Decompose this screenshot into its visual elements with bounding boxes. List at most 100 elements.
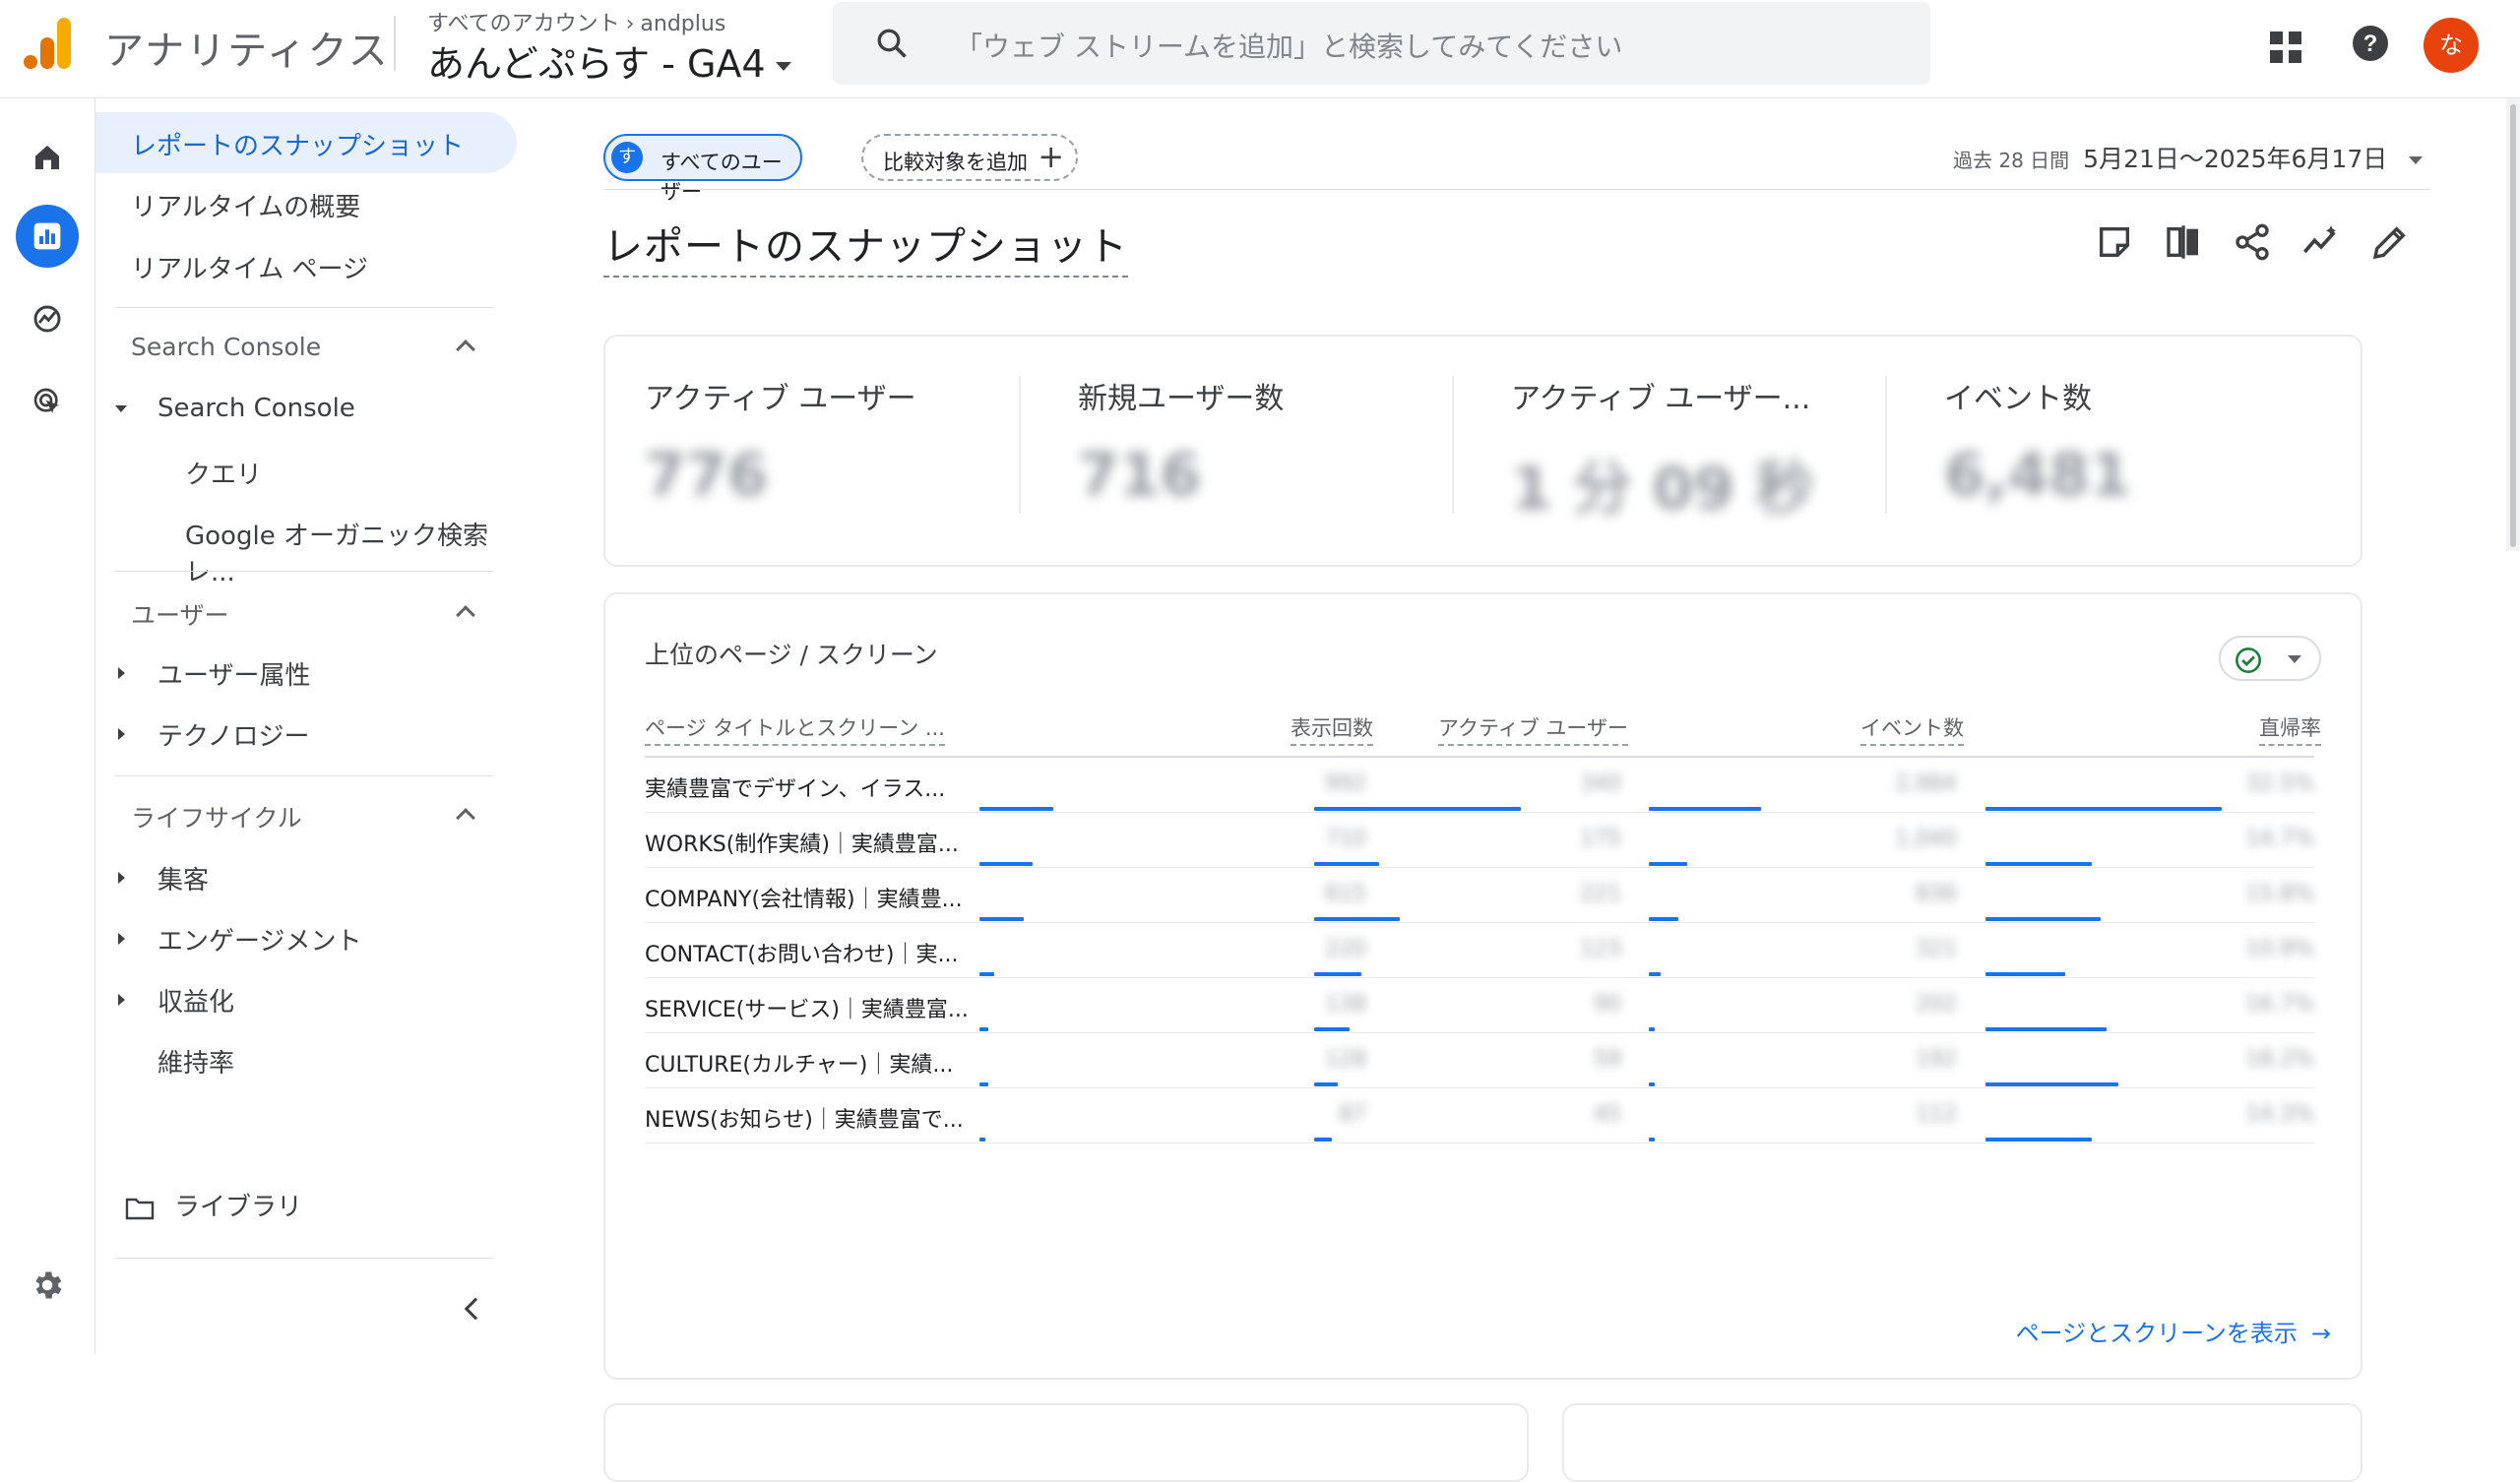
nav-item-technology[interactable]: テクノロジー xyxy=(158,716,309,753)
kpi-new-users[interactable]: 新規ユーザー数 716 xyxy=(1078,374,1472,510)
share-icon[interactable] xyxy=(2233,222,2272,262)
row-page-title[interactable]: WORKS(制作実績)｜実績豊富... xyxy=(645,827,970,858)
nav-item-engagement[interactable]: エンゲージメント xyxy=(158,921,361,957)
search-bar[interactable]: 「ウェブ ストリームを追加」と検索してみてください xyxy=(833,2,1930,85)
nav-item-queries[interactable]: クエリ xyxy=(185,455,262,491)
nav-item-snapshot[interactable]: レポートのスナップショット xyxy=(95,112,517,173)
help-icon[interactable]: ? xyxy=(2351,24,2390,67)
view-pages-link[interactable]: ページとスクリーンを表示 → xyxy=(2016,1314,2331,1348)
kpi-event-count[interactable]: イベント数 6,481 xyxy=(1944,374,2338,510)
svg-text:?: ? xyxy=(2363,31,2378,57)
column-header-bounce-rate[interactable]: 直帰率 xyxy=(2259,712,2321,746)
row-page-title[interactable]: CONTACT(お問い合わせ)｜実... xyxy=(645,937,970,968)
date-range-picker[interactable]: 過去 28 日間 5月21日〜2025年6月17日 xyxy=(1953,140,2424,175)
table-row[interactable]: 実績豊富でデザイン、イラス... 992 340 2,984 32.5% xyxy=(645,758,2314,813)
caret-right-icon[interactable] xyxy=(118,933,125,945)
plus-icon: + xyxy=(1038,138,1064,175)
account-avatar[interactable]: な xyxy=(2424,18,2479,73)
chevron-up-icon[interactable] xyxy=(456,340,475,359)
scrollbar[interactable] xyxy=(2506,98,2520,551)
row-events-bar xyxy=(1649,972,1661,976)
section-users[interactable]: ユーザー xyxy=(131,596,229,632)
property-name: あんどぷらす - GA4 xyxy=(427,42,766,86)
column-header-active-users[interactable]: アクティブ ユーザー xyxy=(1438,712,1628,746)
column-header-events[interactable]: イベント数 xyxy=(1860,712,1964,746)
advertising-icon xyxy=(33,388,59,413)
row-page-title[interactable]: 実績豊富でデザイン、イラス... xyxy=(645,772,970,803)
chevron-up-icon[interactable] xyxy=(456,808,475,828)
row-users-bar xyxy=(1314,917,1400,921)
divider xyxy=(115,1258,493,1259)
row-users-value: 59 xyxy=(1594,1047,1621,1072)
caret-right-icon[interactable] xyxy=(118,872,125,884)
page-title[interactable]: レポートのスナップショット xyxy=(603,215,1128,278)
apps-grid-icon[interactable] xyxy=(2268,30,2303,69)
row-page-title[interactable]: COMPANY(会社情報)｜実績豊... xyxy=(645,882,970,913)
column-header-page-title[interactable]: ページ タイトルとスクリーン ... xyxy=(645,712,945,746)
nav-item-retention[interactable]: 維持率 xyxy=(158,1043,234,1080)
table-row[interactable]: SERVICE(サービス)｜実績豊富... 138 90 202 16.7% xyxy=(645,978,2314,1033)
compare-columns-icon[interactable] xyxy=(2164,222,2203,262)
advertising-button[interactable] xyxy=(16,370,79,433)
row-page-title[interactable]: NEWS(お知らせ)｜実績豊富で... xyxy=(645,1102,970,1134)
row-page-title[interactable]: CULTURE(カルチャー)｜実績... xyxy=(645,1047,970,1079)
table-row[interactable]: CONTACT(お問い合わせ)｜実... 220 123 321 10.9% xyxy=(645,923,2314,978)
row-views-value: 138 xyxy=(1325,992,1366,1017)
chevron-up-icon[interactable] xyxy=(456,605,475,625)
table-row[interactable]: CULTURE(カルチャー)｜実績... 128 59 192 18.2% xyxy=(645,1033,2314,1088)
section-search-console[interactable]: Search Console xyxy=(131,333,321,361)
nav-item-library[interactable]: ライブラリ xyxy=(125,1187,302,1223)
caret-down-icon xyxy=(775,62,791,71)
caret-right-icon[interactable] xyxy=(118,728,125,740)
table-row[interactable]: WORKS(制作実績)｜実績豊富... 710 175 1,040 14.7% xyxy=(645,813,2314,868)
home-button[interactable] xyxy=(16,126,79,189)
reports-button[interactable] xyxy=(16,205,79,268)
column-header-views[interactable]: 表示回数 xyxy=(1291,712,1373,746)
property-selector[interactable]: あんどぷらす - GA4 xyxy=(427,33,791,88)
analytics-logo-icon[interactable] xyxy=(24,16,73,69)
kpi-label: アクティブ ユーザー xyxy=(645,382,916,416)
nav-item-acquisition[interactable]: 集客 xyxy=(158,860,209,896)
kpi-engagement-time[interactable]: アクティブ ユーザー... 1 分 09 秒 xyxy=(1511,374,1905,526)
row-users-bar xyxy=(1314,1138,1332,1142)
table-row[interactable]: COMPANY(会社情報)｜実績豊... 615 221 836 15.8% xyxy=(645,868,2314,923)
explore-icon xyxy=(33,305,61,333)
kpi-active-users[interactable]: アクティブ ユーザー 776 xyxy=(645,374,1039,510)
add-comparison-button[interactable]: 比較対象を追加 + xyxy=(861,134,1078,181)
kpi-label: イベント数 xyxy=(1944,382,2092,416)
caret-right-icon[interactable] xyxy=(118,994,125,1006)
divider xyxy=(1885,376,1887,514)
table-row[interactable]: NEWS(お知らせ)｜実績豊富で... 87 45 112 14.3% xyxy=(645,1088,2314,1143)
caret-down-icon xyxy=(2288,655,2301,663)
nav-item-realtime-pages[interactable]: リアルタイム ページ xyxy=(131,249,368,285)
section-lifecycle[interactable]: ライフサイクル xyxy=(131,799,302,834)
segment-chip[interactable]: す すべてのユーザー xyxy=(603,134,802,204)
caret-down-icon[interactable] xyxy=(115,405,127,412)
row-users-value: 45 xyxy=(1594,1102,1621,1127)
nav-item-monetization[interactable]: 収益化 xyxy=(158,982,234,1019)
row-events-value: 836 xyxy=(1916,882,1957,906)
row-bounce-bar xyxy=(1985,917,2101,921)
edit-pencil-icon[interactable] xyxy=(2370,222,2410,262)
explore-button[interactable] xyxy=(16,287,79,350)
divider xyxy=(115,571,493,572)
nav-group-search-console[interactable]: Search Console xyxy=(158,394,355,423)
caret-right-icon[interactable] xyxy=(118,667,125,679)
row-bounce-bar xyxy=(1985,807,2222,811)
row-views-value: 220 xyxy=(1325,937,1366,961)
row-views-bar xyxy=(979,807,1053,811)
settings-icon[interactable] xyxy=(30,1267,65,1307)
row-events-value: 192 xyxy=(1916,1047,1957,1072)
row-page-title[interactable]: SERVICE(サービス)｜実績豊富... xyxy=(645,992,970,1023)
nav-item-organic-search[interactable]: Google オーガニック検索レ... xyxy=(185,516,532,588)
notes-icon[interactable] xyxy=(2095,222,2134,262)
data-quality-badge[interactable] xyxy=(2219,636,2321,681)
nav-item-demographics[interactable]: ユーザー属性 xyxy=(158,655,310,692)
date-range-prefix: 過去 28 日間 xyxy=(1953,149,2070,172)
row-bounce-value: 16.7% xyxy=(2245,992,2314,1017)
nav-item-realtime-overview[interactable]: リアルタイムの概要 xyxy=(131,187,360,223)
kpi-value: 1 分 09 秒 xyxy=(1511,455,1814,524)
card-partial-right xyxy=(1562,1403,2362,1482)
collapse-nav-chevron-icon[interactable] xyxy=(464,1297,487,1321)
insights-icon[interactable] xyxy=(2301,222,2341,262)
